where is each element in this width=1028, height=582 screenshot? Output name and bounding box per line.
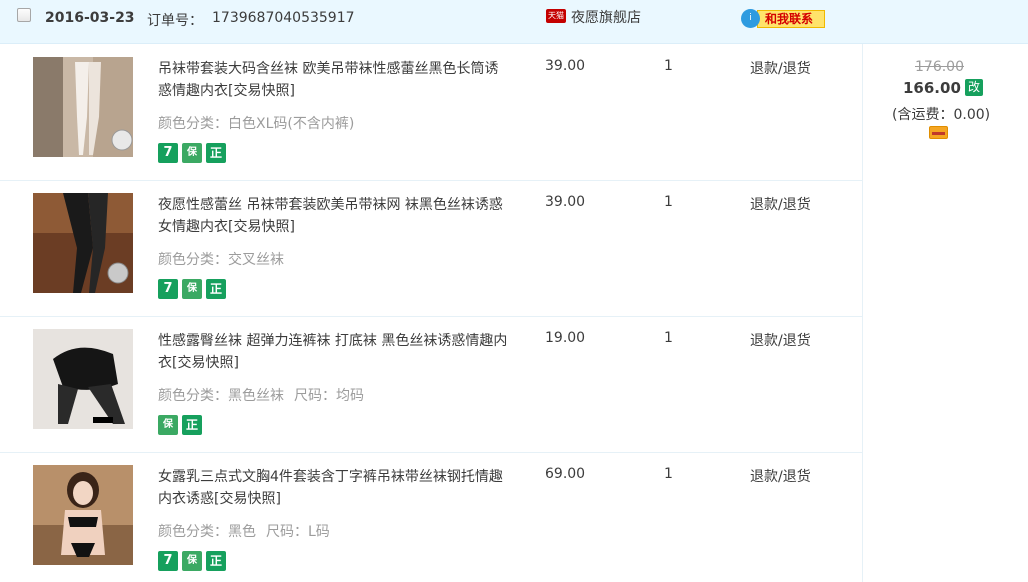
sku-color: 颜色分类：黑色: [158, 524, 256, 540]
service-tags: 7保正: [158, 551, 230, 571]
tmall-icon: 天猫: [546, 9, 566, 23]
product-sku: 颜色分类：交叉丝袜: [158, 249, 284, 269]
refund-return-link[interactable]: 退款/退货: [750, 194, 811, 214]
original-price: 176.00: [915, 59, 964, 75]
genuine-guarantee-icon[interactable]: 正: [182, 415, 202, 435]
product-title-link[interactable]: 夜愿性感蕾丝 吊袜带套装欧美吊带袜网 袜黑色丝袜诱惑女情趣内衣[交易快照]: [158, 194, 508, 238]
product-thumbnail[interactable]: [33, 193, 133, 293]
modify-price-button[interactable]: 改: [965, 79, 983, 96]
quantity: 1: [664, 330, 673, 346]
refund-return-link[interactable]: 退款/退货: [750, 58, 811, 78]
product-image-icon: [33, 465, 133, 565]
consumer-protection-icon[interactable]: 保: [158, 415, 178, 435]
consumer-protection-icon[interactable]: 保: [182, 551, 202, 571]
order-item-row: 夜愿性感蕾丝 吊袜带套装欧美吊带袜网 袜黑色丝袜诱惑女情趣内衣[交易快照] 颜色…: [0, 181, 862, 317]
consumer-protection-icon[interactable]: 保: [182, 279, 202, 299]
order-header: 2016-03-23 订单号： 1739687040535917 天猫 夜愿旗舰…: [0, 0, 1028, 44]
order-date: 2016-03-23: [45, 10, 135, 26]
refund-return-link[interactable]: 退款/退货: [750, 330, 811, 350]
shop-name-link[interactable]: 夜愿旗舰店: [571, 7, 641, 27]
order-number: 1739687040535917: [212, 10, 355, 26]
quantity: 1: [664, 466, 673, 482]
genuine-guarantee-icon[interactable]: 正: [206, 143, 226, 163]
product-image-icon: [33, 57, 133, 157]
product-image-icon: [33, 193, 133, 293]
refund-return-link[interactable]: 退款/退货: [750, 466, 811, 486]
chat-bubble-icon: i: [741, 9, 760, 28]
order-number-label: 订单号：: [147, 13, 203, 29]
sku-color: 颜色分类：白色XL码(不含内裤): [158, 116, 355, 132]
seven-day-return-icon[interactable]: 7: [158, 279, 178, 299]
genuine-guarantee-icon[interactable]: 正: [206, 279, 226, 299]
unit-price: 69.00: [545, 466, 586, 482]
product-title-link[interactable]: 女露乳三点式文胸4件套装含丁字裤吊袜带丝袜钢托情趣内衣诱惑[交易快照]: [158, 466, 508, 510]
product-sku: 颜色分类：白色XL码(不含内裤): [158, 113, 354, 133]
order-select-checkbox[interactable]: [17, 8, 31, 22]
credit-card-icon[interactable]: [929, 126, 948, 139]
service-tags: 7保正: [158, 143, 230, 163]
product-sku: 颜色分类：黑色丝袜 尺码：均码: [158, 385, 364, 405]
contact-seller-label: 和我联系: [757, 10, 825, 28]
order-item-row: 吊袜带套装大码含丝袜 欧美吊带袜性感蕾丝黑色长筒诱惑情趣内衣[交易快照] 颜色分…: [0, 45, 862, 181]
sku-color: 颜色分类：交叉丝袜: [158, 252, 284, 268]
order-item-row: 性感露臀丝袜 超弹力连裤袜 打底袜 黑色丝袜诱惑情趣内衣[交易快照] 颜色分类：…: [0, 317, 862, 453]
product-sku: 颜色分类：黑色 尺码：L码: [158, 521, 330, 541]
product-thumbnail[interactable]: [33, 465, 133, 565]
service-tags: 保正: [158, 415, 206, 435]
consumer-protection-icon[interactable]: 保: [182, 143, 202, 163]
shipping-fee: (含运费：0.00): [892, 107, 991, 123]
order-total: 166.00: [903, 79, 961, 97]
summary-divider: [862, 44, 863, 582]
product-title-link[interactable]: 吊袜带套装大码含丝袜 欧美吊带袜性感蕾丝黑色长筒诱惑情趣内衣[交易快照]: [158, 58, 508, 102]
sku-color: 颜色分类：黑色丝袜: [158, 388, 284, 404]
seven-day-return-icon[interactable]: 7: [158, 143, 178, 163]
service-tags: 7保正: [158, 279, 230, 299]
unit-price: 39.00: [545, 58, 586, 74]
product-title-link[interactable]: 性感露臀丝袜 超弹力连裤袜 打底袜 黑色丝袜诱惑情趣内衣[交易快照]: [158, 330, 508, 374]
quantity: 1: [664, 194, 673, 210]
quantity: 1: [664, 58, 673, 74]
sku-size: 尺码：L码: [266, 524, 330, 540]
order-item-row: 女露乳三点式文胸4件套装含丁字裤吊袜带丝袜钢托情趣内衣诱惑[交易快照] 颜色分类…: [0, 453, 862, 582]
product-image-icon: [33, 329, 133, 429]
product-thumbnail[interactable]: [33, 57, 133, 157]
genuine-guarantee-icon[interactable]: 正: [206, 551, 226, 571]
seven-day-return-icon[interactable]: 7: [158, 551, 178, 571]
unit-price: 19.00: [545, 330, 586, 346]
sku-size: 尺码：均码: [294, 388, 364, 404]
unit-price: 39.00: [545, 194, 586, 210]
product-thumbnail[interactable]: [33, 329, 133, 429]
